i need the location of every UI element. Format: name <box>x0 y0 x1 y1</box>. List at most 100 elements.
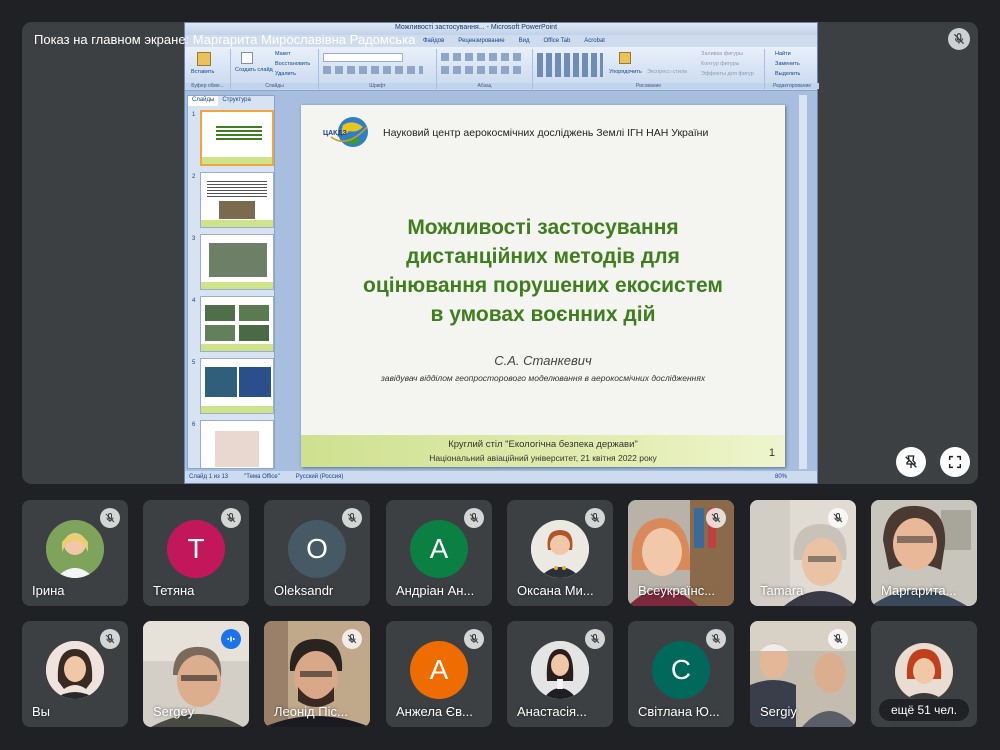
avatar-initial: А <box>429 654 449 685</box>
quick-styles-label: Экспресс-стили <box>647 69 688 75</box>
slide-thumbnail <box>200 358 274 414</box>
thumb-footer-band <box>201 344 273 351</box>
participant-tile[interactable]: С Світлана Ю... <box>628 621 734 727</box>
shape-fill-label: Заливка фигуры <box>701 51 744 57</box>
group-label: Рисование <box>533 83 764 89</box>
avatar <box>46 641 104 699</box>
participant-tile[interactable]: Ірина <box>22 500 128 606</box>
slide-thumbnail <box>200 234 274 290</box>
thumb-footer-band <box>201 282 273 289</box>
avatar <box>531 641 589 699</box>
ribbon-group-font: Шрифт <box>319 49 437 89</box>
avatar: А <box>410 520 468 578</box>
thumb-title-lines <box>216 126 262 142</box>
participant-name: Анастасія... <box>517 704 587 719</box>
participant-name: Оксана Ми... <box>517 583 594 598</box>
ppt-window-title: Можливості застосування... - Microsoft P… <box>395 24 558 31</box>
reset-label: Восстановить <box>275 61 311 67</box>
title-line: Можливості застосування <box>407 216 679 239</box>
participant-tile[interactable]: O Oleksandr <box>264 500 370 606</box>
slide-thumb-row: 4 <box>190 296 274 354</box>
participant-tile[interactable]: А Анжела Єв... <box>386 621 492 727</box>
mic-muted-icon <box>585 508 605 528</box>
avatar-initial: С <box>670 654 692 685</box>
paragraph-buttons-row1 <box>441 53 525 61</box>
participant-tile-video[interactable]: Всеукраїнс... <box>628 500 734 606</box>
slide-scrollbar <box>799 95 807 469</box>
institute-logo: ЦАКДЗ <box>323 117 368 147</box>
presenter-mic-muted-icon <box>948 28 970 50</box>
presenter-caption: Показ на главном экране: Маргарита Мирос… <box>34 32 416 47</box>
thumb-number: 2 <box>192 174 196 180</box>
thumb-photo <box>205 305 235 321</box>
fullscreen-button[interactable] <box>940 447 970 477</box>
arrange-icon <box>619 52 631 64</box>
status-language: Русский (Россия) <box>295 474 344 480</box>
arrange-label: Упорядочить <box>609 69 642 75</box>
ribbon-group-drawing: Упорядочить Экспресс-стили Заливка фигур… <box>533 49 765 89</box>
paste-label: Вставить <box>191 69 215 75</box>
shape-effects-label: Эффекты для фигур <box>701 71 754 77</box>
participant-name: Світлана Ю... <box>638 704 720 719</box>
mic-muted-icon <box>100 508 120 528</box>
avatar: С <box>652 641 710 699</box>
participant-name: Oleksandr <box>274 583 334 598</box>
mic-muted-icon <box>828 508 848 528</box>
thumb-footer-band <box>201 406 273 413</box>
thumb-footer-band <box>201 220 273 227</box>
group-label: Шрифт <box>319 83 436 89</box>
avatar <box>895 643 953 701</box>
slide-editor: ЦАКДЗ Науковий центр аерокосмічних дослі… <box>279 95 807 469</box>
slide-thumb-row: 1 <box>190 110 274 168</box>
avatar: Т <box>167 520 225 578</box>
unpin-icon <box>905 455 917 468</box>
ppt-tab: Acrobat <box>584 38 605 44</box>
shapes-gallery <box>537 53 603 77</box>
thumb-photo <box>205 325 235 341</box>
more-participants-tile[interactable]: ещё 51 чел. <box>871 621 977 727</box>
mic-muted-icon <box>464 508 484 528</box>
powerpoint-window: Можливості застосування... - Microsoft P… <box>184 22 819 484</box>
ppt-statusbar: Слайд 1 из 13 "Тема Office" Русский (Рос… <box>185 471 817 483</box>
new-slide-label: Создать слайд <box>235 67 273 73</box>
participant-name: Андріан Ан... <box>396 583 475 598</box>
find-label: Найти <box>775 51 791 57</box>
thumb-footer-band <box>202 157 272 164</box>
thumb-photo <box>205 367 237 397</box>
participant-tile[interactable]: Оксана Ми... <box>507 500 613 606</box>
group-label: Буфер обме... <box>185 83 230 89</box>
participant-tile[interactable]: А Андріан Ан... <box>386 500 492 606</box>
participant-tile-video[interactable]: Tamara <box>750 500 856 606</box>
paragraph-buttons-row2 <box>441 66 525 74</box>
speaking-indicator-icon <box>221 629 241 649</box>
thumb-photo <box>209 243 267 277</box>
mic-muted-icon <box>342 508 362 528</box>
avatar-initial: O <box>306 533 328 564</box>
avatar-initial: Т <box>187 533 205 564</box>
ppt-tab: Office Tab <box>543 38 571 44</box>
participant-tile[interactable]: Анастасія... <box>507 621 613 727</box>
participant-tile-video[interactable]: Маргарита... <box>871 500 977 606</box>
participant-tile-video[interactable]: Sergey <box>143 621 249 727</box>
organization-name: Науковий центр аерокосмічних досліджень … <box>383 127 709 139</box>
slide-thumb-row: 6 <box>190 420 274 468</box>
ribbon-group-editing: Найти Заменить Выделить Редактирование <box>765 49 819 89</box>
participant-tile[interactable]: Т Тетяна <box>143 500 249 606</box>
participant-tile-video[interactable]: Sergiy <box>750 621 856 727</box>
unpin-button[interactable] <box>896 447 926 477</box>
thumb-number: 4 <box>192 298 196 304</box>
ppt-workspace: Слайды Структура 1 2 3 4 5 6 ЦАКДЗ Науко… <box>185 91 817 471</box>
participant-tile-self[interactable]: Вы <box>22 621 128 727</box>
slide-thumb-row: 3 <box>190 234 274 292</box>
participant-name: Маргарита... <box>881 583 957 598</box>
ribbon-group-paragraph: Абзац <box>437 49 533 89</box>
mic-muted-icon <box>706 508 726 528</box>
mic-muted-icon <box>464 629 484 649</box>
thumb-map <box>215 431 259 467</box>
thumb-number: 5 <box>192 360 196 366</box>
slide-thumbnail <box>200 172 274 228</box>
participant-tile-video[interactable]: Леонід Піс... <box>264 621 370 727</box>
tab-outline: Структура <box>222 97 251 103</box>
event-venue: Національний авіаційний університет, 21 … <box>429 453 657 463</box>
avatar <box>531 520 589 578</box>
